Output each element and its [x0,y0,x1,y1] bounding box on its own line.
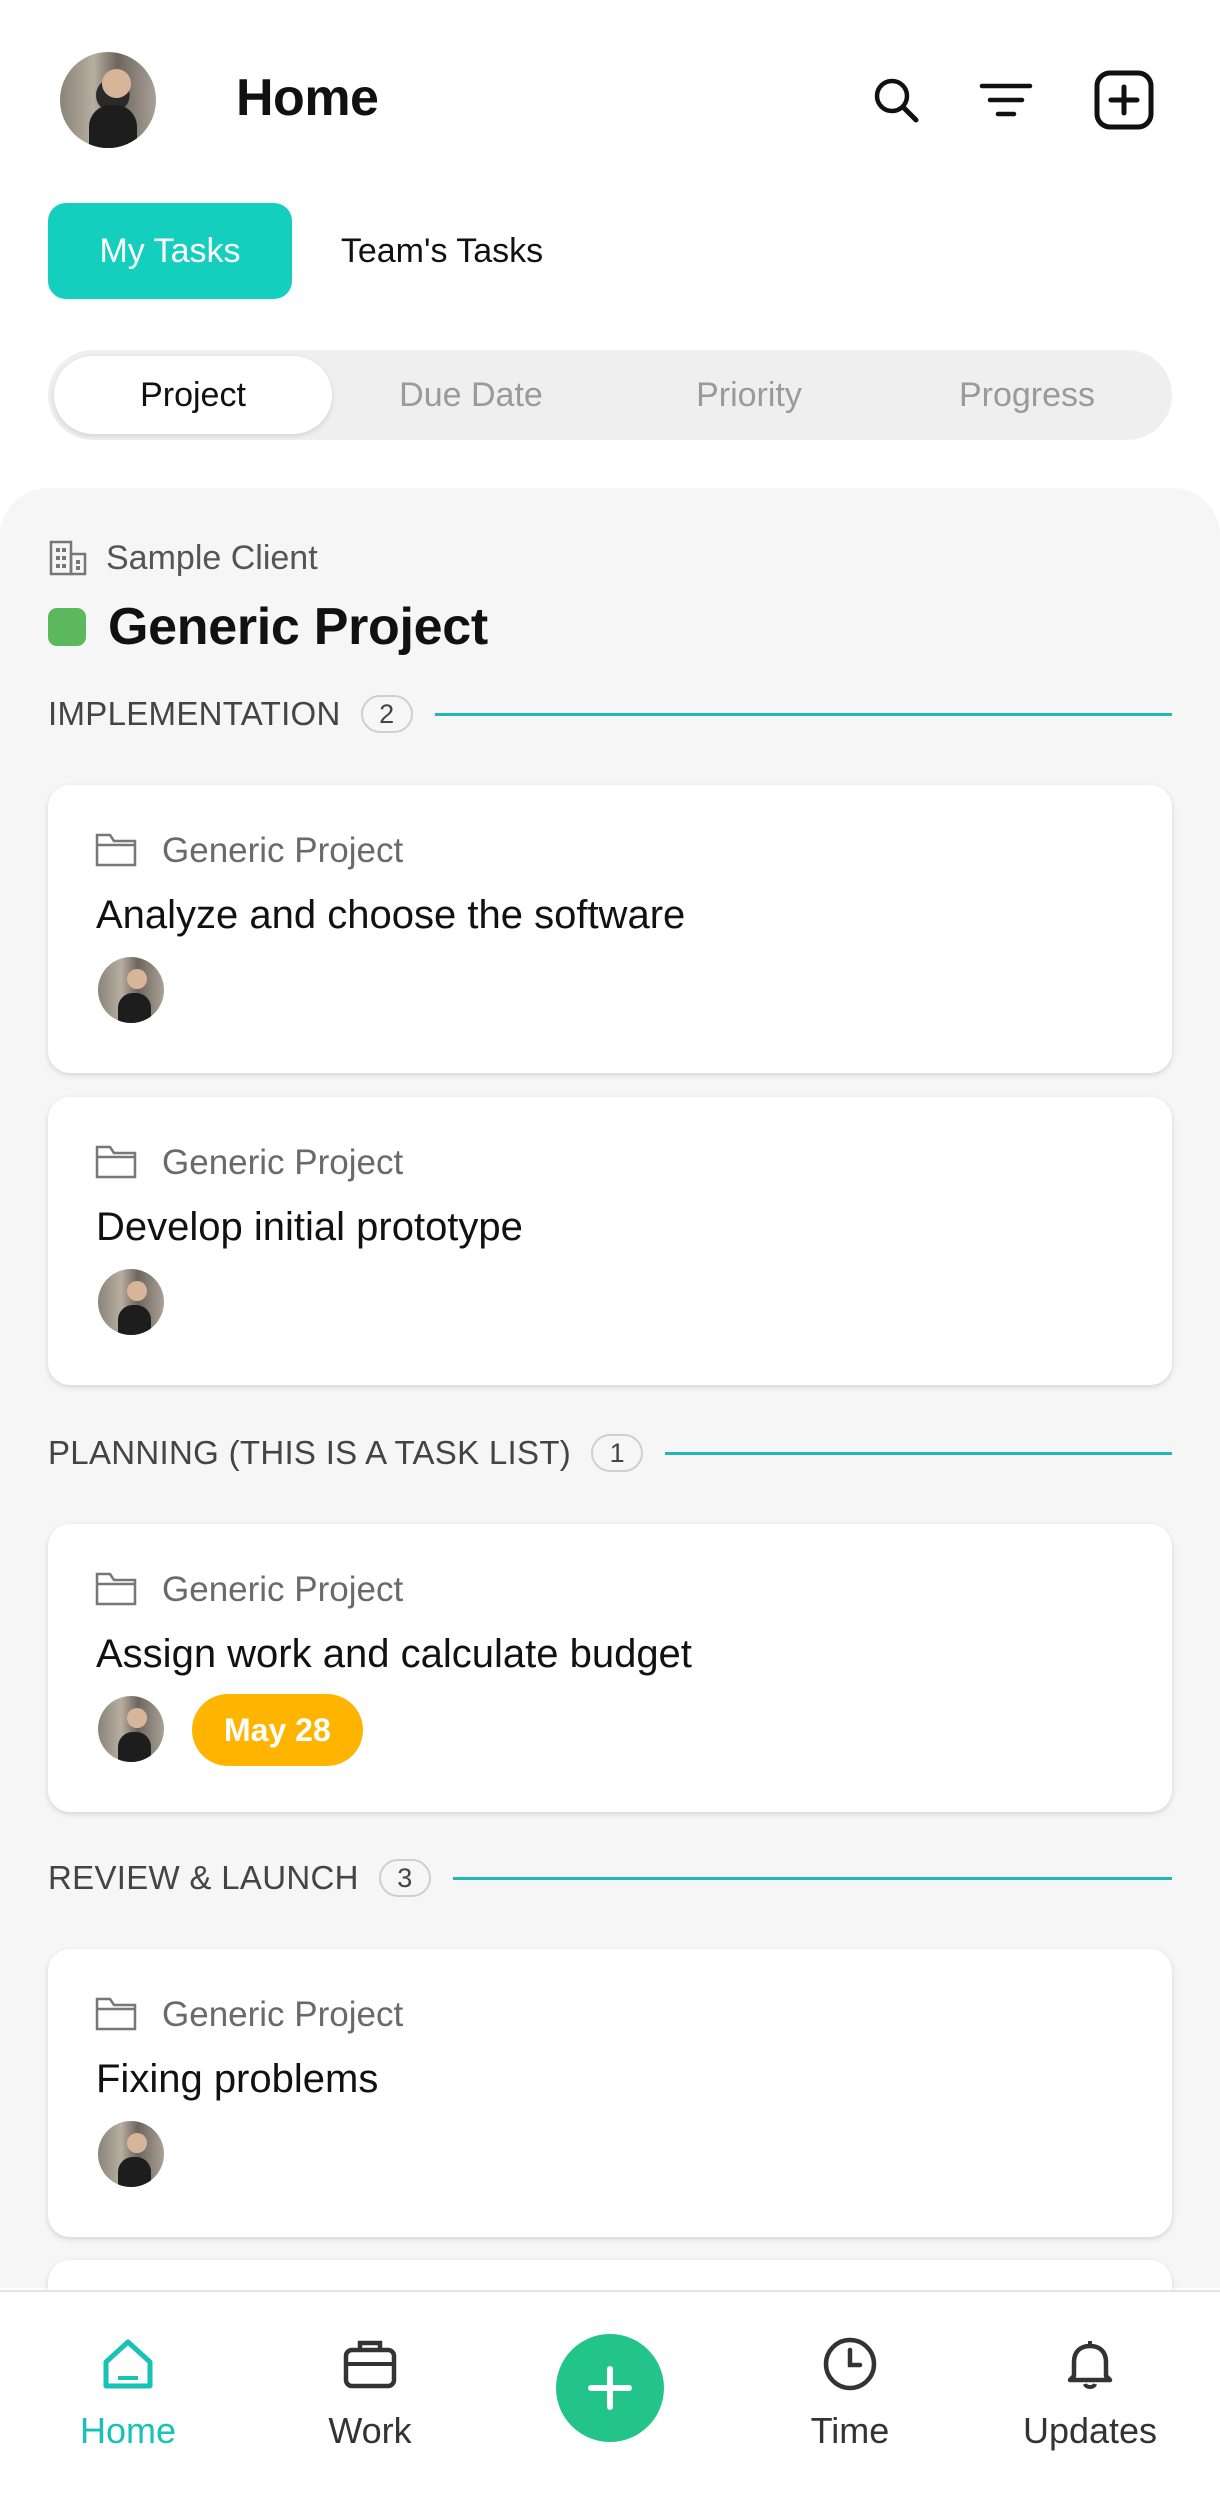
segment-project[interactable]: Project [54,356,332,434]
task-card[interactable]: Generic Project Fixing problems [48,1949,1172,2237]
tab-teams-tasks[interactable]: Team's Tasks [312,203,572,299]
project-header[interactable]: Generic Project [48,595,488,659]
assignee-avatar [98,1696,164,1762]
section-header[interactable]: IMPLEMENTATION 2 [48,691,1172,737]
nav-updates[interactable]: Updates [990,2332,1190,2472]
nav-updates-label: Updates [1022,2410,1158,2451]
due-date-badge: May 28 [192,1694,363,1766]
nav-work-label: Work [328,2410,412,2451]
section-divider [452,1876,1172,1880]
app-screen: Home My Tasks Team's Tasks Project Due D… [0,0,1220,2503]
building-icon [49,540,87,576]
segment-due-date[interactable]: Due Date [332,356,610,434]
page-title: Home [236,69,379,127]
folder-icon [95,1997,137,2031]
filter-icon[interactable] [976,70,1036,130]
nav-home-label: Home [79,2410,177,2451]
task-project-label: Generic Project [162,1570,404,1609]
bell-icon [1067,2341,1113,2389]
plus-icon [588,2366,632,2410]
task-project-label: Generic Project [162,1995,404,2034]
nav-time-label: Time [810,2410,890,2451]
section-count-badge: 2 [360,695,413,733]
segment-progress[interactable]: Progress [888,356,1166,434]
section-title: IMPLEMENTATION [48,695,341,732]
bottom-navigation: Home Work Time Updates [0,2290,1220,2503]
search-icon[interactable] [866,70,926,130]
segment-priority[interactable]: Priority [610,356,888,434]
section-divider [434,712,1172,716]
task-card[interactable]: Generic Project Develop initial prototyp… [48,1097,1172,1385]
clock-icon [823,2337,877,2391]
task-title: Develop initial prototype [96,1205,523,1249]
task-card[interactable]: Generic Project Assign work and calculat… [48,1524,1172,1812]
section-divider [665,1451,1172,1455]
project-name: Generic Project [108,598,488,656]
folder-icon [95,833,137,867]
nav-work[interactable]: Work [270,2332,470,2472]
nav-home[interactable]: Home [28,2332,228,2472]
task-card[interactable]: Generic Project Analyze and choose the s… [48,785,1172,1073]
folder-icon [95,1145,137,1179]
section-title: REVIEW & LAUNCH [48,1859,359,1896]
client-name: Sample Client [106,538,318,577]
task-title: Fixing problems [96,2057,379,2101]
section-header[interactable]: REVIEW & LAUNCH 3 [48,1855,1172,1901]
task-project-label: Generic Project [162,831,404,870]
top-bar: Home [0,0,1220,200]
section-title: PLANNING (THIS IS A TASK LIST) [48,1434,572,1471]
folder-icon [95,1572,137,1606]
section-count-badge: 1 [591,1434,644,1472]
client-row: Sample Client [48,538,318,578]
section-header[interactable]: PLANNING (THIS IS A TASK LIST) 1 [48,1430,1172,1476]
assignee-avatar [98,2121,164,2187]
nav-time[interactable]: Time [750,2332,950,2472]
add-task-fab[interactable] [556,2334,664,2442]
home-icon [103,2339,153,2389]
user-avatar[interactable] [60,52,156,148]
briefcase-icon [343,2340,397,2389]
task-project-label: Generic Project [162,1143,404,1182]
task-title: Assign work and calculate budget [96,1632,692,1676]
tab-my-tasks[interactable]: My Tasks [48,203,292,299]
add-square-icon[interactable] [1094,70,1154,130]
group-by-segmented-control: Project Due Date Priority Progress [48,350,1172,440]
assignee-avatar [98,1269,164,1335]
assignee-avatar [98,957,164,1023]
project-color-dot [48,608,86,646]
section-count-badge: 3 [378,1859,431,1897]
task-title: Analyze and choose the software [96,893,686,937]
